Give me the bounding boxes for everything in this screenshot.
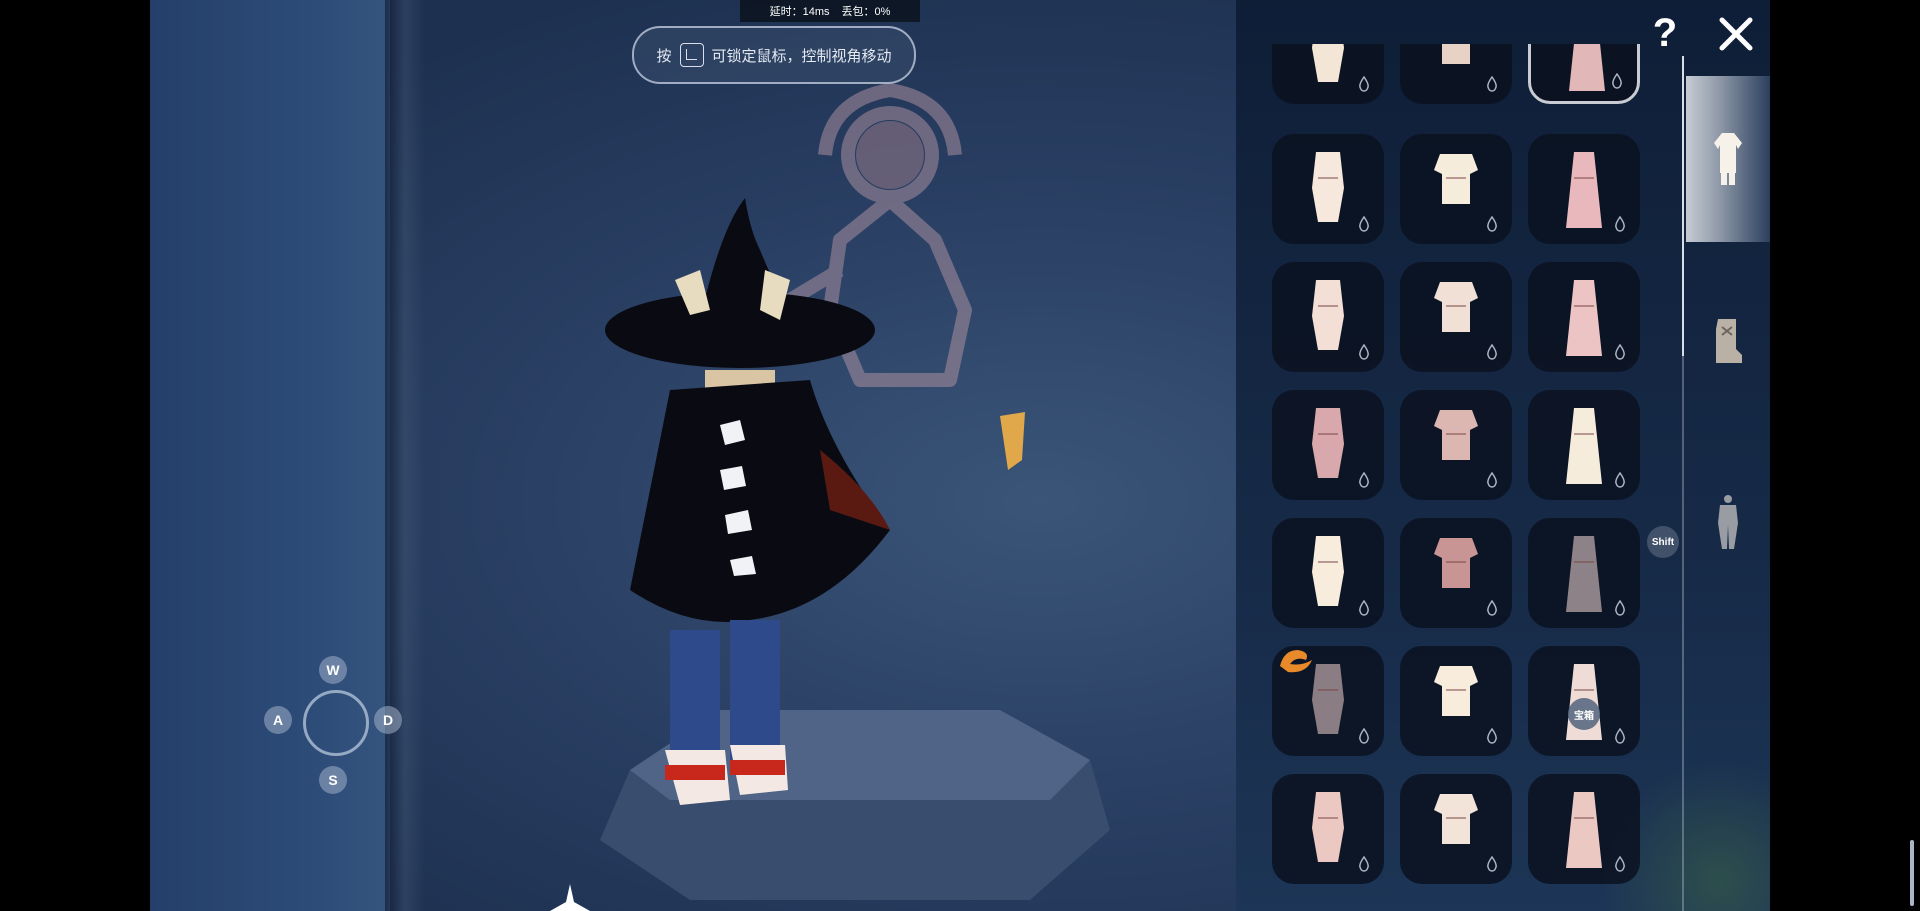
droplet-icon: [1487, 76, 1497, 92]
outfit-item[interactable]: [1272, 390, 1384, 500]
dress-icon: [1312, 44, 1344, 82]
droplet-icon: [1615, 216, 1625, 232]
tab-divider-active: [1682, 56, 1684, 356]
shift-key-hint: Shift: [1647, 526, 1679, 558]
latency-text: 延时：14ms: [769, 6, 830, 18]
outfit-item[interactable]: [1400, 134, 1512, 244]
hint-prefix: 按: [656, 47, 672, 65]
droplet-icon: [1615, 856, 1625, 872]
outfit-item[interactable]: [1528, 134, 1640, 244]
droplet-icon: [1487, 856, 1497, 872]
boot-icon: [1716, 319, 1742, 363]
tab-outfit[interactable]: [1686, 76, 1770, 242]
movement-controls: W A D S: [264, 656, 414, 796]
shorts-outfit-icon: [1442, 44, 1470, 64]
droplet-icon: [1612, 73, 1622, 89]
scrollbar-thumb[interactable]: [1910, 840, 1914, 906]
sparkle-icon: [550, 884, 590, 911]
droplet-icon: [1487, 216, 1497, 232]
outfit-item[interactable]: [1272, 134, 1384, 244]
key-a[interactable]: A: [264, 706, 292, 734]
outfit-item[interactable]: [1400, 518, 1512, 628]
overalls-icon: [1434, 794, 1478, 844]
pants-icon: [1718, 495, 1738, 549]
coat-icon: [1434, 538, 1478, 588]
hint-suffix: 可锁定鼠标，控制视角移动: [711, 47, 892, 65]
outfit-item[interactable]: [1400, 774, 1512, 884]
outfit-item[interactable]: 宝箱: [1528, 646, 1640, 756]
droplet-icon: [1359, 472, 1369, 488]
outfit-item[interactable]: [1272, 646, 1384, 756]
droplet-icon: [1359, 76, 1369, 92]
outfit-grid: 宝箱: [1272, 44, 1652, 911]
droplet-icon: [1359, 216, 1369, 232]
key-icon: [679, 43, 704, 67]
tunic-outfit-icon: [1312, 792, 1344, 862]
trench-coat-icon: [1566, 792, 1602, 868]
key-w[interactable]: W: [319, 656, 347, 684]
droplet-icon: [1487, 728, 1497, 744]
letterbox-left: [0, 0, 150, 911]
outfit-item[interactable]: [1400, 262, 1512, 372]
packet-loss-text: 丢包：0%: [841, 6, 891, 18]
outfit-item[interactable]: [1528, 44, 1640, 104]
droplet-icon: [1359, 728, 1369, 744]
outfit-item[interactable]: [1528, 774, 1640, 884]
help-button[interactable]: ?: [1648, 11, 1682, 55]
outfit-item[interactable]: [1400, 390, 1512, 500]
vest-outfit-icon: [1566, 280, 1602, 356]
outfit-item[interactable]: [1272, 518, 1384, 628]
key-d[interactable]: D: [374, 706, 402, 734]
droplet-icon: [1487, 472, 1497, 488]
skirt-outfit-icon: [1312, 152, 1344, 222]
outfit-icon: [1714, 133, 1742, 185]
outfit-item[interactable]: [1528, 262, 1640, 372]
robe-icon: [1569, 44, 1605, 91]
ruffle-dress-icon: [1566, 408, 1602, 484]
tab-pants[interactable]: [1686, 440, 1770, 606]
droplet-icon: [1615, 600, 1625, 616]
hanfu-robe-icon: [1434, 282, 1478, 332]
droplet-icon: [1487, 344, 1497, 360]
network-stats: 延时：14ms 丢包：0%: [740, 0, 920, 22]
key-s[interactable]: S: [319, 766, 347, 794]
joystick-ring[interactable]: [303, 690, 369, 756]
outfit-item[interactable]: [1400, 44, 1512, 104]
letterbox-right: [1770, 0, 1920, 911]
long-robe-icon: [1434, 154, 1478, 204]
gown-icon: [1566, 152, 1602, 228]
outfit-item[interactable]: [1272, 44, 1384, 104]
grey-coat-icon: [1566, 536, 1602, 612]
droplet-icon: [1615, 344, 1625, 360]
slip-dress-icon: [1312, 536, 1344, 606]
outfit-item[interactable]: [1528, 390, 1640, 500]
outfit-item[interactable]: [1272, 774, 1384, 884]
emblem-icon: [1280, 650, 1312, 673]
tab-shoes[interactable]: [1686, 256, 1770, 422]
droplet-icon: [1359, 344, 1369, 360]
outfit-item[interactable]: [1272, 262, 1384, 372]
outfit-item[interactable]: [1528, 518, 1640, 628]
tshirt-outfit-icon: [1434, 666, 1478, 716]
player-character[interactable]: [570, 190, 1070, 830]
outfit-item[interactable]: [1400, 646, 1512, 756]
droplet-icon: [1615, 472, 1625, 488]
martial-outfit-icon: [1312, 280, 1344, 350]
mouse-lock-hint: 按 可锁定鼠标，控制视角移动: [632, 26, 916, 84]
chest-badge: 宝箱: [1568, 698, 1600, 730]
sleeveless-dress-icon: [1434, 410, 1478, 460]
close-icon[interactable]: [1718, 16, 1754, 52]
droplet-icon: [1615, 728, 1625, 744]
tiered-dress-icon: [1312, 408, 1344, 478]
droplet-icon: [1359, 600, 1369, 616]
droplet-icon: [1487, 600, 1497, 616]
droplet-icon: [1359, 856, 1369, 872]
